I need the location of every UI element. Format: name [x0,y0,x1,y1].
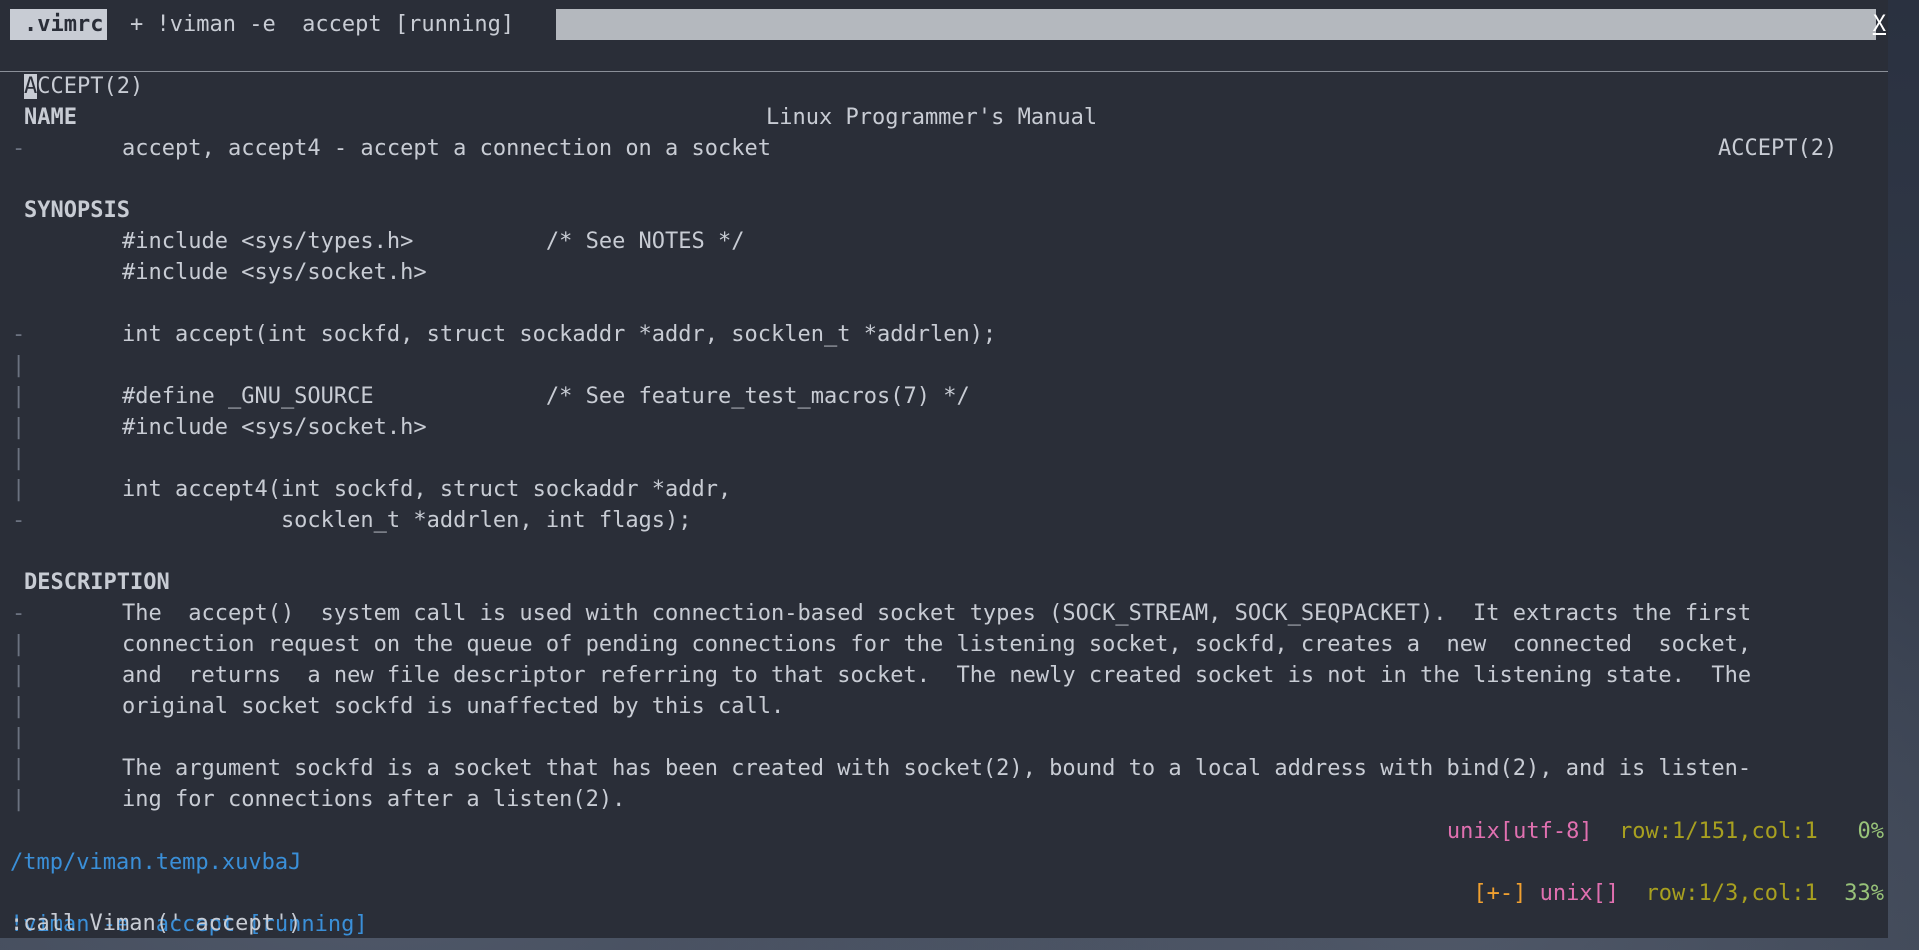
fold-marker: - [12,601,26,626]
statusline-man-window: /tmp/viman.temp.xuvbaJ unix[utf-8] row:1… [0,816,1888,875]
man-header-right: ACCEPT(2) [1718,136,1838,161]
man-line: and returns a new file descriptor referr… [122,663,1752,688]
fold-marker: | [12,663,26,688]
section-synopsis-heading: SYNOPSIS [24,198,130,223]
fold-marker: | [12,787,26,812]
fold-marker: | [12,725,26,750]
section-name-heading: NAME [24,105,77,130]
fold-marker: - [12,508,26,533]
man-line: connection request on the queue of pendi… [122,632,1752,657]
section-description-heading: DESCRIPTION [24,570,170,595]
tabline: .vimrc + !viman -e accept [running] X [0,9,1888,40]
man-header-left-text: CCEPT(2) [37,74,144,99]
fold-marker: | [12,415,26,440]
man-line: #include <sys/socket.h> [122,260,427,285]
fold-marker: - [12,136,26,161]
close-tab-button[interactable]: X [1873,9,1886,40]
tabline-fill [556,9,1876,40]
man-header-left: ACCEPT(2) [24,71,143,102]
statusline-position: row:1/151,col:1 [1619,819,1818,844]
fold-marker: | [12,446,26,471]
man-header-title: Linux Programmer's Manual [766,105,1098,130]
man-line: ing for connections after a listen(2). [122,787,626,812]
tab-viman-accept[interactable]: + !viman -e accept [running] [130,9,514,40]
fold-marker: - [12,322,26,347]
fold-marker: | [12,384,26,409]
fold-marker: | [12,756,26,781]
man-line: #include <sys/types.h> /* See NOTES */ [122,229,745,254]
statusline-format: unix[utf-8] [1446,819,1593,844]
statusline-filename: /tmp/viman.temp.xuvbaJ [10,850,302,875]
statusline-position: row:1/3,col:1 [1645,881,1818,906]
statusline-right: [+-] unix[] row:1/3,col:1 33% [1473,878,1884,909]
man-line: The argument sockfd is a socket that has… [122,756,1752,781]
statusline-percent: 0% [1857,819,1885,844]
statusline-percent: 33% [1844,881,1884,906]
fold-marker: | [12,632,26,657]
man-line: #include <sys/socket.h> [122,415,427,440]
man-line: int accept(int sockfd, struct sockaddr *… [122,322,997,347]
statusline-right: unix[utf-8] row:1/151,col:1 0% [1447,816,1884,847]
man-line: #define _GNU_SOURCE /* See feature_test_… [122,384,970,409]
tab-vimrc[interactable]: .vimrc [10,9,108,40]
man-line: The accept() system call is used with co… [122,601,1752,626]
terminal-window[interactable]: .vimrc + !viman -e accept [running] X AC… [0,0,1888,938]
text-cursor: A [24,74,38,99]
fold-marker: | [12,694,26,719]
man-line: accept, accept4 - accept a connection on… [122,136,772,161]
statusline-format: unix[] [1539,881,1620,906]
command-line[interactable]: :call Viman(' accept') [10,908,301,938]
man-line: original socket sockfd is unaffected by … [122,694,785,719]
statusline-modified: [+-] [1473,881,1527,906]
fold-marker: | [12,477,26,502]
man-page-header: ACCEPT(2) Linux Programmer's Manual ACCE… [0,40,1888,161]
statusline-terminal-window: !viman -e accept [running] [+-] unix[] r… [0,878,1888,937]
fold-marker: | [12,353,26,378]
man-line: int accept4(int sockfd, struct sockaddr … [122,477,732,502]
man-line: socklen_t *addrlen, int flags); [122,508,692,533]
